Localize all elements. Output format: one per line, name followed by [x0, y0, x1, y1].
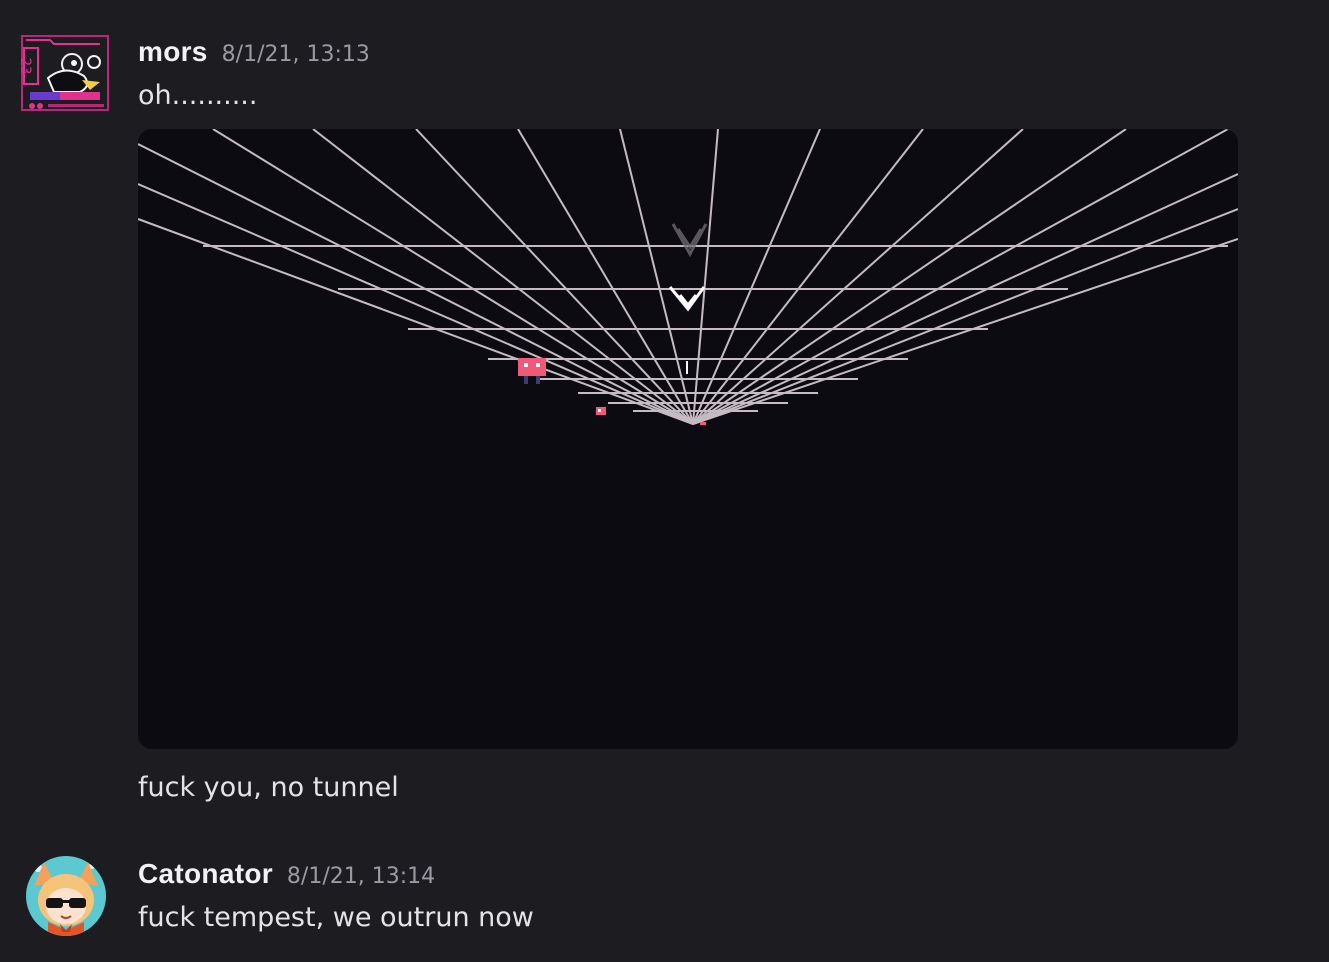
message-text-followup: fuck you, no tunnel — [138, 772, 399, 803]
avatar-mors[interactable]: 23 — [17, 34, 110, 114]
message-header: mors 8/1/21, 13:13 — [138, 36, 370, 68]
image-attachment[interactable] — [138, 129, 1238, 749]
timestamp: 8/1/21, 13:14 — [286, 864, 436, 889]
username[interactable]: Catonator — [138, 858, 273, 889]
message-text: oh.......... — [138, 80, 258, 111]
vector-game-screenshot-icon — [138, 129, 1238, 749]
message-catonator: Catonator 8/1/21, 13:14 fuck tempest, we … — [0, 840, 1329, 962]
timestamp: 8/1/21, 13:13 — [221, 42, 370, 67]
avatar-catonator[interactable] — [26, 856, 106, 936]
cyberpunk-badge-avatar-icon: 23 — [17, 34, 110, 114]
avatar-badge-text: 23 — [20, 58, 33, 75]
chat-log: 23 mors 8/1/21, 13:13 oh.......... fuck … — [0, 0, 1329, 962]
anime-cat-girl-sunglasses-avatar-icon — [26, 856, 106, 936]
message-header: Catonator 8/1/21, 13:14 — [138, 858, 435, 890]
message-mors: 23 mors 8/1/21, 13:13 oh.......... fuck … — [0, 0, 1329, 830]
username[interactable]: mors — [138, 36, 208, 67]
message-text: fuck tempest, we outrun now — [138, 902, 534, 933]
